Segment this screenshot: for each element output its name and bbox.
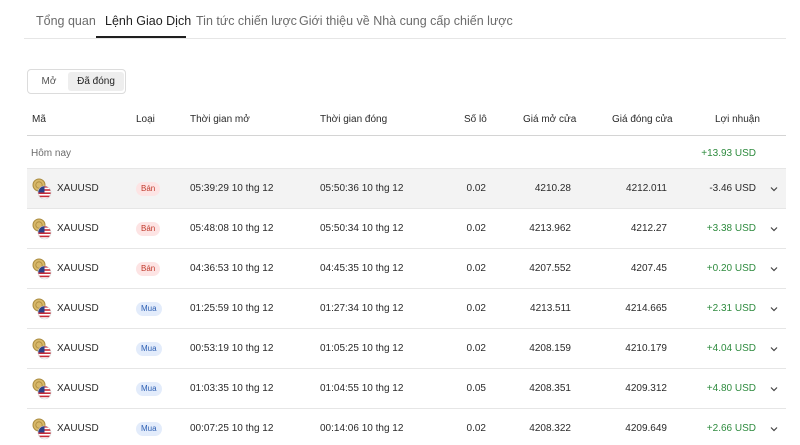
- close-time-cell: 04:45:35 10 thg 12: [320, 263, 404, 274]
- close-price-cell: 4209.312: [625, 383, 667, 394]
- symbol-cell: XAUUSD: [57, 183, 99, 194]
- lots-cell: 0.02: [466, 183, 486, 194]
- close-price-cell: 4207.45: [630, 263, 667, 274]
- order-type-badge: Bán: [136, 182, 161, 196]
- open-price-cell: 4213.511: [530, 303, 571, 314]
- col-open-time: Thời gian mở: [190, 114, 250, 125]
- gold-coin-us-flag-icon: [32, 178, 52, 200]
- close-time-cell: 01:27:34 10 thg 12: [320, 303, 404, 314]
- tab-overview[interactable]: Tổng quan: [36, 14, 96, 28]
- table-row[interactable]: XAUUSD Mua 00:53:19 10 thg 12 01:05:25 10 t…: [27, 329, 786, 369]
- gold-coin-us-flag-icon: [32, 218, 52, 240]
- open-time-cell: 01:03:35 10 thg 12: [190, 383, 274, 394]
- lots-cell: 0.02: [466, 263, 486, 274]
- profit-cell: +4.04 USD: [706, 343, 756, 354]
- table-row[interactable]: XAUUSD Mua 00:07:25 10 thg 12 00:14:06 10 t…: [27, 409, 786, 445]
- symbol-cell: XAUUSD: [57, 263, 99, 274]
- lots-cell: 0.05: [466, 383, 486, 394]
- lots-cell: 0.02: [466, 343, 486, 354]
- open-time-cell: 01:25:59 10 thg 12: [190, 303, 274, 314]
- col-profit: Lợi nhuận: [715, 114, 760, 125]
- symbol-cell: XAUUSD: [57, 383, 99, 394]
- order-type-badge: Mua: [136, 342, 162, 356]
- filter-open-button[interactable]: Mở: [30, 72, 68, 91]
- tab-provider-about[interactable]: Giới thiệu về Nhà cung cấp chiến lược: [299, 14, 513, 28]
- close-price-cell: 4209.649: [625, 423, 667, 434]
- profit-cell: -3.46 USD: [709, 183, 756, 194]
- active-tab-indicator: [96, 36, 186, 38]
- close-time-cell: 01:04:55 10 thg 12: [320, 383, 404, 394]
- gold-coin-us-flag-icon: [32, 378, 52, 400]
- tab-strategy-news[interactable]: Tin tức chiến lược: [196, 14, 297, 28]
- profit-cell: +0.20 USD: [706, 263, 756, 274]
- close-price-cell: 4212.27: [630, 223, 667, 234]
- close-time-cell: 05:50:34 10 thg 12: [320, 223, 404, 234]
- tab-trade-orders[interactable]: Lệnh Giao Dịch: [105, 14, 191, 28]
- col-close-price: Giá đóng cửa: [612, 114, 673, 125]
- table-row[interactable]: XAUUSD Mua 01:25:59 10 thg 12 01:27:34 10 t…: [27, 289, 786, 329]
- order-type-badge: Mua: [136, 422, 162, 436]
- filter-closed-button[interactable]: Đã đóng: [68, 72, 124, 91]
- order-type-badge: Bán: [136, 262, 161, 276]
- chevron-down-icon[interactable]: [768, 262, 780, 274]
- order-type-badge: Mua: [136, 302, 162, 316]
- profit-cell: +3.38 USD: [706, 223, 756, 234]
- close-price-cell: 4210.179: [625, 343, 667, 354]
- col-close-time: Thời gian đóng: [320, 114, 388, 125]
- symbol-cell: XAUUSD: [57, 303, 99, 314]
- col-symbol: Mã: [32, 114, 46, 125]
- close-time-cell: 05:50:36 10 thg 12: [320, 183, 404, 194]
- table-row[interactable]: XAUUSD Mua 01:03:35 10 thg 12 01:04:55 10 t…: [27, 369, 786, 409]
- close-price-cell: 4214.665: [625, 303, 667, 314]
- profit-cell: +2.66 USD: [706, 423, 756, 434]
- gold-coin-us-flag-icon: [32, 298, 52, 320]
- profit-cell: +4.80 USD: [706, 383, 756, 394]
- chevron-down-icon[interactable]: [768, 422, 780, 434]
- table-row[interactable]: XAUUSD Bán 05:48:08 10 thg 12 05:50:34 10 t…: [27, 209, 786, 249]
- open-time-cell: 04:36:53 10 thg 12: [190, 263, 274, 274]
- gold-coin-us-flag-icon: [32, 258, 52, 280]
- gold-coin-us-flag-icon: [32, 338, 52, 360]
- order-type-badge: Bán: [136, 222, 161, 236]
- symbol-cell: XAUUSD: [57, 343, 99, 354]
- close-price-cell: 4212.011: [626, 183, 667, 194]
- tab-bar: Tổng quan Lệnh Giao Dịch Tin tức chiến l…: [24, 0, 786, 39]
- symbol-cell: XAUUSD: [57, 223, 99, 234]
- open-price-cell: 4213.962: [529, 223, 571, 234]
- chevron-down-icon[interactable]: [768, 182, 780, 194]
- lots-cell: 0.02: [466, 423, 486, 434]
- open-time-cell: 00:07:25 10 thg 12: [190, 423, 274, 434]
- order-status-filter: Mở Đã đóng: [27, 69, 126, 94]
- close-time-cell: 00:14:06 10 thg 12: [320, 423, 404, 434]
- group-total-profit: +13.93 USD: [701, 148, 756, 159]
- chevron-down-icon[interactable]: [768, 342, 780, 354]
- col-open-price: Giá mở cửa: [523, 114, 577, 125]
- table-row[interactable]: XAUUSD Bán 05:39:29 10 thg 12 05:50:36 10 t…: [27, 169, 786, 209]
- open-price-cell: 4207.552: [529, 263, 571, 274]
- open-price-cell: 4208.351: [529, 383, 571, 394]
- open-time-cell: 05:48:08 10 thg 12: [190, 223, 274, 234]
- profit-cell: +2.31 USD: [706, 303, 756, 314]
- date-group-header: Hôm nay +13.93 USD: [27, 136, 786, 169]
- close-time-cell: 01:05:25 10 thg 12: [320, 343, 404, 354]
- table-header: Mã Loại Thời gian mở Thời gian đóng Số l…: [27, 104, 786, 136]
- chevron-down-icon[interactable]: [768, 302, 780, 314]
- open-price-cell: 4208.322: [529, 423, 571, 434]
- col-lots: Số lô: [464, 114, 487, 125]
- chevron-down-icon[interactable]: [768, 382, 780, 394]
- table-row[interactable]: XAUUSD Bán 04:36:53 10 thg 12 04:45:35 10 t…: [27, 249, 786, 289]
- order-type-badge: Mua: [136, 382, 162, 396]
- col-type: Loại: [136, 114, 155, 125]
- symbol-cell: XAUUSD: [57, 423, 99, 434]
- lots-cell: 0.02: [466, 223, 486, 234]
- open-time-cell: 00:53:19 10 thg 12: [190, 343, 274, 354]
- group-date-label: Hôm nay: [31, 148, 72, 159]
- lots-cell: 0.02: [466, 303, 486, 314]
- open-price-cell: 4208.159: [529, 343, 571, 354]
- gold-coin-us-flag-icon: [32, 418, 52, 440]
- open-time-cell: 05:39:29 10 thg 12: [190, 183, 274, 194]
- open-price-cell: 4210.28: [534, 183, 571, 194]
- chevron-down-icon[interactable]: [768, 222, 780, 234]
